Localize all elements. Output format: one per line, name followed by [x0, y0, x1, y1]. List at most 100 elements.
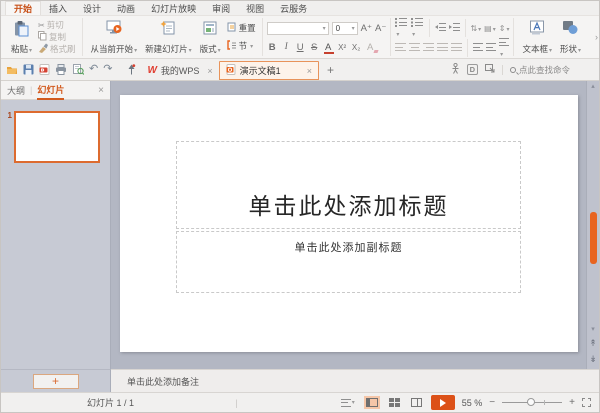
- superscript-button[interactable]: X²: [337, 43, 348, 52]
- doc-tab-presentation1[interactable]: 演示文稿1 ×: [219, 61, 319, 80]
- print-button[interactable]: [55, 64, 67, 75]
- print-preview-button[interactable]: [72, 64, 84, 75]
- slide-layout-button[interactable]: 版式: [196, 18, 225, 56]
- text-direction-button[interactable]: ⇅: [470, 23, 481, 33]
- font-color-button[interactable]: A: [323, 42, 334, 53]
- docer-icon[interactable]: D: [467, 64, 478, 75]
- doc-tab-my-wps[interactable]: W 我的WPS ×: [141, 61, 218, 80]
- slide-1[interactable]: 单击此处添加标题 单击此处添加副标题: [120, 95, 578, 352]
- next-slide-button[interactable]: ↡: [587, 355, 599, 364]
- menu-tab-insert[interactable]: 插入: [41, 1, 75, 15]
- paragraph-group: ⇅ ▤ ⇕: [391, 18, 514, 56]
- reading-view-button[interactable]: [409, 396, 424, 409]
- slide-panel: 大纲 | 幻灯片 × 1: [1, 81, 111, 369]
- tab-slides[interactable]: 幻灯片: [37, 81, 64, 100]
- title-placeholder[interactable]: 单击此处添加标题: [176, 141, 521, 229]
- decrease-indent-icon: [435, 23, 446, 31]
- pin-toolbar-button[interactable]: [127, 64, 136, 75]
- notes-area[interactable]: 单击此处添加备注: [111, 369, 599, 392]
- line-spacing-button[interactable]: ⇕: [499, 23, 510, 33]
- notes-toggle-button[interactable]: [339, 397, 357, 409]
- scrollbar-thumb[interactable]: [590, 212, 597, 264]
- increase-paragraph-spacing-button[interactable]: [473, 43, 483, 53]
- distribute-button[interactable]: [451, 43, 462, 53]
- font-size-combo[interactable]: 0: [332, 22, 358, 35]
- copy-button[interactable]: 复制: [38, 31, 76, 43]
- open-file-button[interactable]: [6, 65, 18, 75]
- zoom-slider[interactable]: [502, 402, 562, 403]
- align-center-button[interactable]: [409, 43, 420, 53]
- vertical-scrollbar[interactable]: ▴ ▾ ↟ ↡: [586, 81, 599, 369]
- close-tab-icon[interactable]: ×: [307, 66, 312, 76]
- tab-outline[interactable]: 大纲: [7, 82, 25, 99]
- pin-icon: [127, 64, 136, 75]
- previous-slide-button[interactable]: ↟: [587, 339, 599, 348]
- subtitle-placeholder[interactable]: 单击此处添加副标题: [176, 231, 521, 293]
- decrease-paragraph-spacing-button[interactable]: [486, 43, 496, 53]
- strikethrough-button[interactable]: S: [309, 42, 320, 53]
- assistant-icon[interactable]: [451, 63, 460, 76]
- slide-sorter-view-button[interactable]: [387, 396, 402, 409]
- increase-indent-button[interactable]: [449, 23, 460, 33]
- slide-1-thumbnail[interactable]: [14, 111, 100, 163]
- scroll-up-icon[interactable]: ▴: [587, 82, 599, 90]
- menu-tab-home[interactable]: 开始: [5, 1, 41, 15]
- scroll-down-icon[interactable]: ▾: [587, 325, 599, 333]
- command-search[interactable]: [502, 65, 591, 75]
- align-left-button[interactable]: [395, 43, 406, 53]
- font-name-combo[interactable]: [267, 22, 329, 35]
- zoom-slider-thumb[interactable]: [527, 398, 535, 406]
- search-input[interactable]: [519, 65, 591, 75]
- numbering-button[interactable]: [411, 18, 424, 38]
- decrease-indent-button[interactable]: [435, 23, 446, 33]
- paste-button[interactable]: 粘贴: [7, 18, 36, 56]
- menu-tab-view[interactable]: 视图: [238, 1, 272, 15]
- text-box-button[interactable]: 文本框: [518, 18, 556, 56]
- decrease-spacing-icon: [486, 43, 496, 51]
- justify-button[interactable]: [437, 43, 448, 53]
- new-document-tab-button[interactable]: +: [319, 59, 342, 80]
- slide-editing-canvas[interactable]: 单击此处添加标题 单击此处添加副标题 ▴ ▾ ↟ ↡: [111, 81, 599, 369]
- bullets-button[interactable]: [395, 18, 408, 38]
- menu-tab-slideshow[interactable]: 幻灯片放映: [143, 1, 204, 15]
- tab-divider: |: [30, 85, 32, 95]
- float-window-icon[interactable]: [485, 64, 495, 75]
- add-slide-button[interactable]: +: [33, 374, 79, 389]
- insert-group: 文本框 形状: [514, 18, 589, 56]
- decrease-font-size-button[interactable]: A⁻: [375, 23, 386, 34]
- cut-button[interactable]: ✂ 剪切: [38, 19, 76, 31]
- zoom-out-button[interactable]: −: [489, 397, 495, 408]
- undo-button[interactable]: ↶: [89, 64, 98, 75]
- redo-button[interactable]: ↷: [103, 64, 112, 75]
- new-slide-button[interactable]: 新建幻灯片: [141, 18, 196, 56]
- paragraph-more-button[interactable]: [499, 38, 509, 58]
- ribbon-expand-chevron-icon[interactable]: ›: [595, 16, 598, 58]
- underline-button[interactable]: U: [295, 42, 306, 53]
- align-right-button[interactable]: [423, 43, 434, 53]
- fit-to-window-icon[interactable]: [582, 398, 591, 407]
- bold-button[interactable]: B: [267, 42, 278, 53]
- columns-button[interactable]: ▤: [484, 23, 496, 33]
- close-tab-icon[interactable]: ×: [207, 66, 212, 76]
- menu-tab-design[interactable]: 设计: [75, 1, 109, 15]
- format-painter-button[interactable]: 格式刷: [38, 43, 76, 55]
- menu-tab-cloud[interactable]: 云服务: [272, 1, 315, 15]
- reset-slide-button[interactable]: 重置: [227, 22, 256, 34]
- start-from-current-button[interactable]: 从当前开始: [87, 18, 142, 56]
- zoom-in-button[interactable]: +: [569, 397, 575, 408]
- italic-button[interactable]: I: [281, 42, 292, 52]
- normal-view-button[interactable]: [364, 396, 380, 409]
- export-pdf-button[interactable]: [39, 64, 50, 75]
- section-button[interactable]: 节: [227, 40, 256, 52]
- menu-tab-review[interactable]: 审阅: [204, 1, 238, 15]
- save-button[interactable]: [23, 64, 34, 75]
- menu-tab-animation[interactable]: 动画: [109, 1, 143, 15]
- subscript-button[interactable]: X₂: [351, 43, 362, 52]
- shapes-button[interactable]: 形状: [556, 18, 585, 56]
- slideshow-play-button[interactable]: [431, 395, 455, 410]
- save-icon: [23, 64, 34, 75]
- print-preview-icon: [72, 64, 84, 75]
- increase-font-size-button[interactable]: A⁺: [361, 23, 372, 34]
- clear-format-button[interactable]: A: [365, 42, 376, 53]
- close-panel-icon[interactable]: ×: [98, 85, 104, 96]
